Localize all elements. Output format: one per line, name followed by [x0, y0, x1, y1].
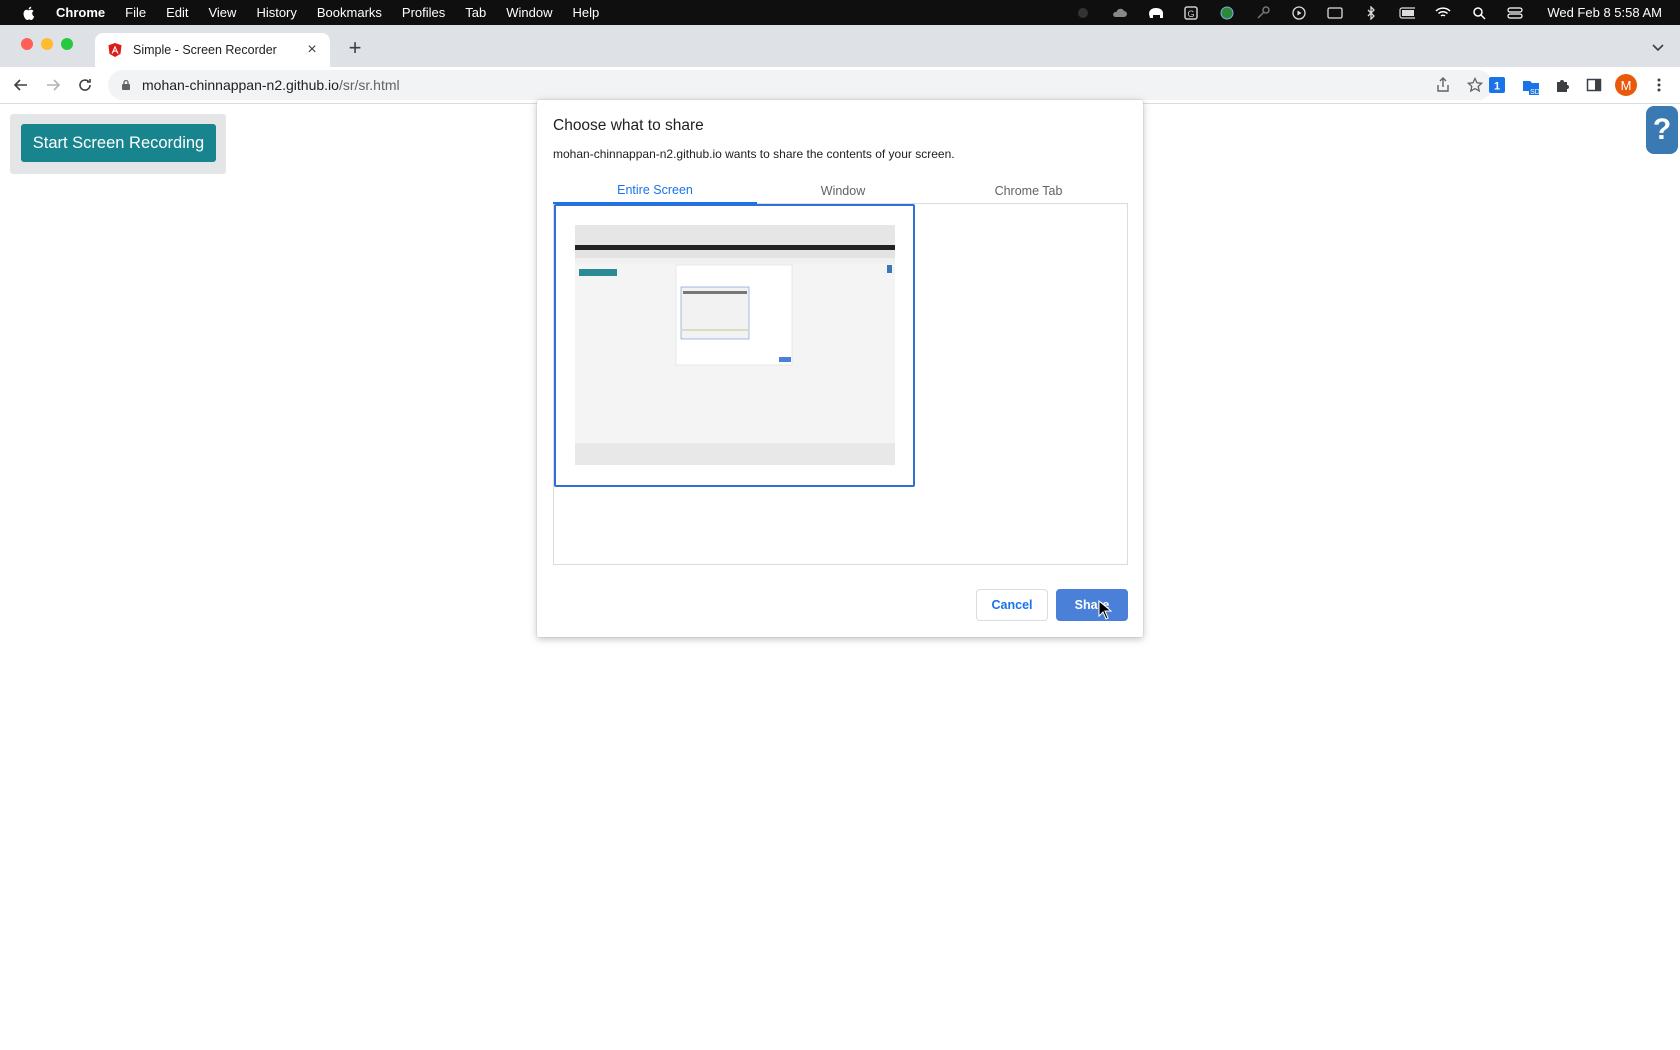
- browser-toolbar: mohan-chinnappan-n2.github.io/sr/sr.html…: [0, 67, 1680, 104]
- browser-tab-active[interactable]: Simple - Screen Recorder ×: [95, 33, 330, 67]
- menu-bookmarks[interactable]: Bookmarks: [317, 5, 382, 20]
- tab-search-chevron-icon[interactable]: [1650, 39, 1666, 55]
- wifi-icon[interactable]: [1435, 6, 1451, 20]
- address-bar[interactable]: mohan-chinnappan-n2.github.io/sr/sr.html: [108, 70, 1493, 100]
- tab-title: Simple - Screen Recorder: [133, 43, 277, 57]
- menu-profiles[interactable]: Profiles: [402, 5, 445, 20]
- sd-extension-icon[interactable]: SD: [1521, 76, 1539, 95]
- bookmark-star-icon[interactable]: [1467, 77, 1483, 93]
- spotlight-search-icon[interactable]: [1471, 6, 1487, 20]
- cloud-icon[interactable]: [1111, 6, 1128, 20]
- menu-window[interactable]: Window: [506, 5, 552, 20]
- control-center-icon[interactable]: [1507, 6, 1523, 20]
- url-text[interactable]: mohan-chinnappan-n2.github.io/sr/sr.html: [142, 77, 400, 93]
- sd-extension-label: SD: [1530, 89, 1539, 95]
- zoom-window-button[interactable]: [61, 38, 73, 50]
- record-button-container: Start Screen Recording: [10, 114, 226, 174]
- screen-preview-image: [575, 225, 895, 465]
- tab-close-icon[interactable]: ×: [304, 41, 320, 58]
- display-icon[interactable]: [1327, 6, 1343, 20]
- chrome-tab-strip: Simple - Screen Recorder × +: [0, 25, 1680, 67]
- menu-help[interactable]: Help: [573, 5, 600, 20]
- screen-share-dialog: Choose what to share mohan-chinnappan-n2…: [537, 100, 1143, 637]
- share-button[interactable]: Share: [1056, 589, 1128, 621]
- extension-1-icon[interactable]: 1: [1488, 76, 1506, 94]
- cancel-button[interactable]: Cancel: [976, 589, 1048, 621]
- dialog-subtitle: mohan-chinnappan-n2.github.io wants to s…: [553, 147, 955, 161]
- forward-arrow-icon[interactable]: [43, 75, 63, 95]
- battery-icon[interactable]: [1399, 6, 1416, 20]
- help-button[interactable]: ?: [1646, 106, 1678, 154]
- angular-favicon-icon: [108, 43, 122, 57]
- menu-tab[interactable]: Tab: [465, 5, 486, 20]
- apple-logo-icon[interactable]: [21, 5, 37, 21]
- macos-menu-bar: Chrome File Edit View History Bookmarks …: [0, 0, 1680, 25]
- menubar-status-area: G Wed Feb 8 5:58 AM: [1065, 0, 1680, 25]
- new-tab-button[interactable]: +: [344, 35, 366, 60]
- entire-screen-thumbnail[interactable]: [554, 204, 915, 487]
- extensions-puzzle-icon[interactable]: [1553, 76, 1571, 94]
- status-dot-icon[interactable]: [1075, 6, 1091, 20]
- elephant-icon[interactable]: [1147, 6, 1164, 20]
- close-window-button[interactable]: [21, 38, 33, 50]
- menu-edit[interactable]: Edit: [166, 5, 188, 20]
- share-page-icon[interactable]: [1435, 77, 1451, 93]
- share-source-tabs: Entire Screen Window Chrome Tab: [553, 178, 1128, 204]
- chrome-menu-icon[interactable]: [1650, 76, 1668, 94]
- bluetooth-icon[interactable]: [1363, 5, 1379, 20]
- menu-history[interactable]: History: [256, 5, 296, 20]
- start-screen-recording-button[interactable]: Start Screen Recording: [21, 124, 216, 162]
- share-source-list: [553, 204, 1128, 565]
- menu-file[interactable]: File: [125, 5, 146, 20]
- play-circle-icon[interactable]: [1291, 5, 1307, 20]
- mouse-pointer-icon: [1098, 600, 1112, 620]
- tab-entire-screen[interactable]: Entire Screen: [553, 178, 757, 204]
- side-panel-icon[interactable]: [1585, 76, 1603, 94]
- menubar-clock[interactable]: Wed Feb 8 5:58 AM: [1547, 5, 1662, 20]
- globe-icon[interactable]: [1219, 6, 1235, 20]
- lock-icon[interactable]: [120, 79, 132, 91]
- url-host: mohan-chinnappan-n2.github.io: [142, 77, 339, 93]
- extension-1-label: 1: [1494, 81, 1500, 93]
- profile-avatar[interactable]: M: [1615, 74, 1637, 96]
- omnibox-actions: [1419, 77, 1483, 93]
- url-path: /sr/sr.html: [338, 77, 400, 93]
- tab-window[interactable]: Window: [757, 178, 929, 204]
- back-arrow-icon[interactable]: [11, 75, 31, 95]
- key-icon[interactable]: [1255, 5, 1271, 20]
- grammarly-icon[interactable]: G: [1183, 5, 1199, 20]
- menu-view[interactable]: View: [208, 5, 236, 20]
- minimize-window-button[interactable]: [41, 38, 53, 50]
- reload-icon[interactable]: [75, 75, 95, 95]
- tab-chrome-tab[interactable]: Chrome Tab: [929, 178, 1128, 204]
- menu-app-chrome[interactable]: Chrome: [56, 5, 105, 20]
- dialog-title: Choose what to share: [553, 117, 704, 134]
- svg-text:G: G: [1188, 9, 1195, 19]
